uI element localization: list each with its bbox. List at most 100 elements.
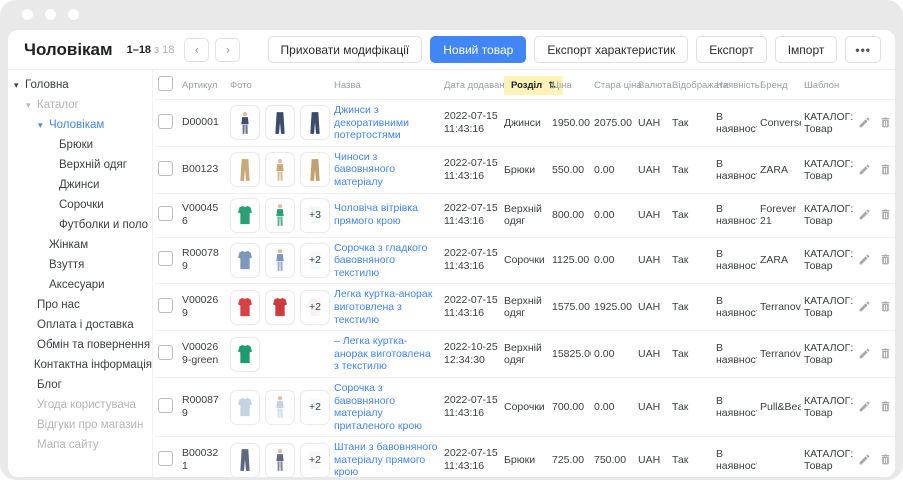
edit-icon[interactable] bbox=[858, 347, 872, 361]
sidebar-item-trousers[interactable]: Брюки bbox=[8, 135, 152, 155]
product-name-link[interactable]: – Легка куртка-анорак виготовлена з текс… bbox=[334, 335, 438, 373]
sidebar-item-men[interactable]: ▾Чоловікам bbox=[8, 115, 152, 135]
product-photo[interactable] bbox=[230, 152, 260, 187]
row-checkbox[interactable] bbox=[158, 206, 173, 221]
more-photos-thumb[interactable]: +2 bbox=[300, 443, 330, 477]
product-name-link[interactable]: Сорочка з бавовняного матеріалу притален… bbox=[334, 382, 438, 432]
delete-icon[interactable] bbox=[879, 453, 893, 467]
window-maximize-button[interactable] bbox=[68, 9, 79, 20]
edit-icon[interactable] bbox=[858, 453, 872, 467]
sidebar-item-blog[interactable]: Блог bbox=[8, 375, 152, 395]
product-photo[interactable] bbox=[230, 390, 260, 425]
hide-modifications-button[interactable]: Приховати модифікації bbox=[268, 36, 423, 63]
product-photo[interactable] bbox=[265, 243, 295, 278]
stock-cell: В наявності bbox=[713, 377, 757, 436]
product-name-link[interactable]: Легка куртка-анорак виготовлена з тексти… bbox=[334, 288, 438, 326]
product-photo[interactable] bbox=[265, 105, 295, 140]
sidebar-item-accessories[interactable]: Аксесуари bbox=[8, 275, 152, 295]
more-photos-thumb[interactable]: +2 bbox=[300, 243, 330, 278]
product-photo[interactable] bbox=[300, 152, 330, 187]
sidebar-item-tshirts-polo[interactable]: Футболки и поло bbox=[8, 215, 152, 235]
sidebar-item-outerwear[interactable]: Верхній одяг bbox=[8, 155, 152, 175]
currency-cell: UAH bbox=[635, 284, 669, 331]
sidebar-item-catalog[interactable]: ▾Каталог bbox=[8, 95, 152, 115]
window-minimize-button[interactable] bbox=[45, 9, 56, 20]
sidebar-item-footwear[interactable]: Взуття bbox=[8, 255, 152, 275]
more-photos-thumb[interactable]: +2 bbox=[300, 390, 330, 425]
product-photo[interactable] bbox=[230, 105, 260, 140]
delete-icon[interactable] bbox=[879, 300, 893, 314]
product-photo[interactable] bbox=[230, 337, 260, 372]
product-photo[interactable] bbox=[300, 105, 330, 140]
column-label: Валюта bbox=[638, 80, 672, 91]
row-checkbox[interactable] bbox=[158, 451, 173, 466]
more-photos-thumb[interactable]: +2 bbox=[300, 290, 330, 325]
edit-icon[interactable] bbox=[858, 400, 872, 414]
sidebar-item-sitemap[interactable]: Мапа сайту bbox=[8, 435, 152, 455]
row-checkbox[interactable] bbox=[158, 398, 173, 413]
sidebar-item-jeans[interactable]: Джинси bbox=[8, 175, 152, 195]
sidebar-nav: ▾Головна▾Каталог▾ЧоловікамБрюкиВерхній о… bbox=[8, 70, 152, 477]
more-photos-thumb[interactable]: +3 bbox=[300, 198, 330, 233]
product-name-link[interactable]: Штани з бавовняного матеріалу прямого кр… bbox=[334, 441, 438, 477]
column-template: Шаблон bbox=[801, 70, 855, 100]
row-checkbox[interactable] bbox=[158, 161, 173, 176]
pagination-next-button[interactable]: › bbox=[215, 38, 240, 62]
product-photo[interactable] bbox=[265, 152, 295, 187]
pagination-prev-button[interactable]: ‹ bbox=[184, 38, 209, 62]
window-close-button[interactable] bbox=[22, 9, 33, 20]
edit-icon[interactable] bbox=[858, 208, 872, 222]
delete-icon[interactable] bbox=[879, 116, 893, 130]
sidebar-item-payment-delivery[interactable]: Оплата і доставка bbox=[8, 315, 152, 335]
delete-icon[interactable] bbox=[879, 400, 893, 414]
stock-cell: В наявності bbox=[713, 237, 757, 284]
sidebar-item-store-reviews[interactable]: Відгуки про магазин bbox=[8, 415, 152, 435]
export-button[interactable]: Експорт bbox=[696, 36, 766, 63]
product-photo[interactable] bbox=[230, 290, 260, 325]
row-checkbox[interactable] bbox=[158, 251, 173, 266]
delete-icon[interactable] bbox=[879, 347, 893, 361]
product-photo[interactable] bbox=[230, 198, 260, 233]
more-photos-count: +2 bbox=[301, 444, 329, 477]
product-photo[interactable] bbox=[265, 390, 295, 425]
sidebar-item-women[interactable]: Жінкам bbox=[8, 235, 152, 255]
more-actions-button[interactable]: ••• bbox=[845, 36, 881, 63]
row-checkbox[interactable] bbox=[158, 298, 173, 313]
sidebar-item-exchange-returns[interactable]: Обмін та повернення bbox=[8, 335, 152, 355]
sidebar-item-user-agreement[interactable]: Угода користувача bbox=[8, 395, 152, 415]
sidebar-item-home[interactable]: ▾Головна bbox=[8, 75, 152, 95]
export-characteristics-button[interactable]: Експорт характеристик bbox=[534, 36, 688, 63]
product-photo[interactable] bbox=[265, 290, 295, 325]
select-all-checkbox[interactable] bbox=[158, 76, 173, 91]
product-photo[interactable] bbox=[230, 243, 260, 278]
edit-icon[interactable] bbox=[858, 253, 872, 267]
product-photo[interactable] bbox=[265, 198, 295, 233]
delete-icon[interactable] bbox=[879, 163, 893, 177]
product-photo[interactable] bbox=[230, 443, 260, 477]
edit-icon[interactable] bbox=[858, 116, 872, 130]
delete-icon[interactable] bbox=[879, 208, 893, 222]
sidebar-item-contact-info[interactable]: Контактна інформація bbox=[8, 355, 152, 375]
table-header-row: АртикулФотоНазваДата додаванняРозділ⇅Цін… bbox=[155, 70, 895, 100]
brand-cell: ZARA bbox=[757, 146, 801, 193]
edit-icon[interactable] bbox=[858, 163, 872, 177]
chevron-down-icon: ▾ bbox=[38, 120, 49, 131]
date-added-cell: 2022-07-15 11:43:16 bbox=[441, 100, 501, 147]
new-product-button[interactable]: Новий товар bbox=[430, 36, 526, 63]
sku-cell: V000269-green bbox=[179, 331, 227, 378]
product-name-link[interactable]: Чиноси з бавовняного матеріалу bbox=[334, 151, 438, 189]
import-button[interactable]: Імпорт bbox=[775, 36, 838, 63]
visible-cell: Так bbox=[669, 437, 713, 477]
product-name-link[interactable]: Джинси з декоративними потертостями bbox=[334, 104, 438, 142]
row-checkbox[interactable] bbox=[158, 345, 173, 360]
delete-icon[interactable] bbox=[879, 253, 893, 267]
row-checkbox[interactable] bbox=[158, 114, 173, 129]
table-row: R000879+2Сорочка з бавовняного матеріалу… bbox=[155, 377, 895, 436]
product-name-link[interactable]: Сорочка з гладкого бавовняного текстилю bbox=[334, 242, 438, 280]
edit-icon[interactable] bbox=[858, 300, 872, 314]
sidebar-item-about-us[interactable]: Про нас bbox=[8, 295, 152, 315]
visible-cell: Так bbox=[669, 193, 713, 237]
product-name-link[interactable]: Чоловіча вітрівка прямого крою bbox=[334, 202, 438, 227]
product-photo[interactable] bbox=[265, 443, 295, 477]
sidebar-item-shirts[interactable]: Сорочки bbox=[8, 195, 152, 215]
